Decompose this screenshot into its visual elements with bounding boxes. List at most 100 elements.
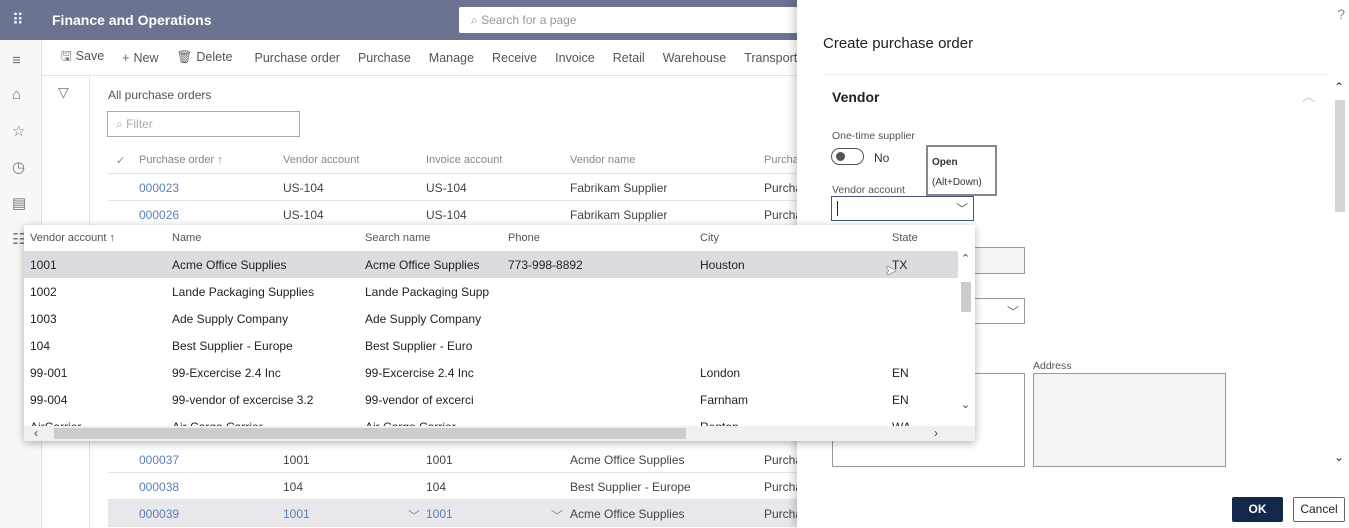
search-icon: ⌕ <box>116 117 127 131</box>
lookup-row[interactable]: 99-001 99-Excercise 2.4 Inc 99-Excercise 2… <box>24 359 958 386</box>
horizontal-scrollbar[interactable]: ‹ › <box>24 426 975 441</box>
column-header[interactable]: Vendor account ↑ <box>30 232 115 244</box>
lookup-cell: Lande Packaging Supplies <box>172 285 315 299</box>
save-button[interactable]: 🖫 Save <box>52 47 113 68</box>
table-cell: Fabrikam Supplier <box>570 181 668 195</box>
tab-purchase[interactable]: Purchase <box>349 51 420 65</box>
purchase-order-link[interactable]: 000038 <box>139 480 179 494</box>
tab-receive[interactable]: Receive <box>483 51 546 65</box>
lookup-cell: Houston <box>700 258 745 272</box>
table-cell: 104 <box>426 480 447 494</box>
column-header[interactable]: Search name <box>365 232 430 244</box>
vertical-scrollbar[interactable]: ⌃ ⌄ <box>958 250 975 426</box>
grid-header: ✓ Purchase order ↑ Vendor account Invoic… <box>108 147 799 174</box>
scroll-thumb[interactable] <box>54 428 686 439</box>
one-time-supplier-label: One-time supplier <box>832 130 915 142</box>
lookup-row[interactable]: 104 Best Supplier - Europe Best Supplier -… <box>24 332 958 359</box>
chevron-up-icon[interactable]: ︿ <box>1302 86 1315 105</box>
lookup-cell: Lande Packaging Supp <box>365 285 490 299</box>
tab-retail[interactable]: Retail <box>604 51 654 65</box>
scroll-up-icon[interactable]: ⌃ <box>1334 80 1344 94</box>
mouse-cursor-icon: ➤ <box>885 262 897 278</box>
scroll-right-icon[interactable]: › <box>934 426 938 440</box>
column-header[interactable]: Purcha <box>764 154 799 166</box>
table-row[interactable]: 000023 US-104 US-104 Fabrikam Supplier Purch… <box>108 174 802 201</box>
vendor-account-input[interactable]: ﹀ <box>831 196 974 221</box>
column-header[interactable]: Purchase order ↑ <box>139 154 223 166</box>
vendor-lookup-dropdown: Vendor account ↑ Name Search name Phone … <box>24 225 975 441</box>
scroll-up-icon[interactable]: ⌃ <box>961 252 970 265</box>
table-row[interactable]: 000038 104 104 Best Supplier - Europe Purcha <box>108 473 802 500</box>
scroll-left-icon[interactable]: ‹ <box>34 426 38 440</box>
column-header[interactable]: Phone <box>508 232 540 244</box>
scroll-thumb[interactable] <box>1335 100 1345 212</box>
chevron-down-icon[interactable]: ﹀ <box>956 200 968 217</box>
column-header[interactable]: City <box>700 232 719 244</box>
table-row[interactable]: 000037 1001 1001 Acme Office Supplies Purcha <box>108 446 802 473</box>
lookup-cell: 1003 <box>30 312 57 326</box>
scroll-down-icon[interactable]: ⌄ <box>1334 450 1344 464</box>
lookup-row[interactable]: 99-004 99-vendor of excercise 3.2 99-vendo… <box>24 386 958 413</box>
tab-manage[interactable]: Manage <box>420 51 483 65</box>
help-icon[interactable]: ? <box>1337 6 1345 22</box>
tab-invoice[interactable]: Invoice <box>546 51 604 65</box>
search-placeholder: Search for a page <box>481 13 577 27</box>
table-cell: US-104 <box>426 208 467 222</box>
lookup-row[interactable]: 1003 Ade Supply Company Ade Supply Company <box>24 305 958 332</box>
app-launcher-icon[interactable]: ⠿ <box>12 10 24 30</box>
lookup-cell: Acme Office Supplies <box>172 258 287 272</box>
workspace-icon[interactable]: ▤ <box>12 194 26 212</box>
tooltip-title: Open <box>932 157 958 168</box>
action-pane: 🖫 Save + New 🗑 Delete Purchase order Purcha… <box>42 40 804 76</box>
purchase-order-link[interactable]: 000037 <box>139 453 179 467</box>
clock-icon[interactable]: ◷ <box>12 158 25 176</box>
search-input[interactable]: ⌕ Search for a page <box>459 7 804 33</box>
chevron-down-icon[interactable]: ﹀ <box>551 507 563 524</box>
lookup-cell: 99-vendor of excercise 3.2 <box>172 393 314 407</box>
lookup-row[interactable]: 1001 Acme Office Supplies Acme Office Supp… <box>24 251 958 278</box>
tab-warehouse[interactable]: Warehouse <box>654 51 735 65</box>
home-icon[interactable]: ⌂ <box>12 86 21 103</box>
list-title: All purchase orders <box>108 88 212 102</box>
table-cell: Fabrikam Supplier <box>570 208 668 222</box>
delete-button[interactable]: 🗑 Delete <box>167 50 241 65</box>
tab-purchase-order[interactable]: Purchase order <box>246 51 349 65</box>
table-cell: US-104 <box>426 181 467 195</box>
scroll-down-icon[interactable]: ⌄ <box>961 398 970 411</box>
purchase-order-link[interactable]: 000026 <box>139 208 179 222</box>
filter-funnel-icon[interactable]: ▽ <box>58 84 69 101</box>
lookup-cell: 99-004 <box>30 393 68 407</box>
chevron-down-icon[interactable]: ﹀ <box>1007 303 1019 320</box>
lookup-row[interactable]: 1002 Lande Packaging Supplies Lande Packag… <box>24 278 958 305</box>
column-header[interactable]: Vendor account <box>283 154 359 166</box>
column-header[interactable]: State <box>892 232 918 244</box>
hamburger-icon[interactable]: ≡ <box>12 52 21 69</box>
purchase-order-link[interactable]: 000039 <box>139 507 179 521</box>
new-button[interactable]: + New <box>113 51 167 65</box>
table-cell: 1001 <box>426 507 453 521</box>
table-cell: 1001 <box>283 507 310 521</box>
plus-icon: + <box>122 50 130 65</box>
table-cell: 1001 <box>283 453 310 467</box>
star-icon[interactable]: ☆ <box>12 122 25 140</box>
table-cell: US-104 <box>283 208 324 222</box>
lookup-cell: 99-vendor of excerci <box>365 393 474 407</box>
column-header[interactable]: Vendor name <box>570 154 635 166</box>
dialog-scrollbar[interactable]: ⌃ ⌄ <box>1333 80 1346 470</box>
one-time-supplier-toggle[interactable] <box>831 148 864 165</box>
purchase-order-link[interactable]: 000023 <box>139 181 179 195</box>
scroll-thumb[interactable] <box>961 282 971 312</box>
section-heading[interactable]: Vendor <box>832 89 879 105</box>
ok-button[interactable]: OK <box>1232 497 1283 522</box>
cancel-button[interactable]: Cancel <box>1293 497 1345 522</box>
filter-input[interactable]: ⌕ Filter <box>107 111 300 137</box>
table-cell: Best Supplier - Europe <box>570 480 691 494</box>
table-row[interactable]: 000026 US-104 US-104 Fabrikam Supplier Purch… <box>108 201 802 228</box>
column-header[interactable]: Invoice account <box>426 154 502 166</box>
column-header[interactable]: Name <box>172 232 201 244</box>
app-title: Finance and Operations <box>52 12 212 28</box>
vendor-account-label: Vendor account <box>832 184 905 196</box>
table-row[interactable]: 000039 1001 1001 Acme Office Supplies Purcha… <box>108 500 802 527</box>
chevron-down-icon[interactable]: ﹀ <box>408 507 420 524</box>
select-all-check-icon[interactable]: ✓ <box>116 154 125 167</box>
